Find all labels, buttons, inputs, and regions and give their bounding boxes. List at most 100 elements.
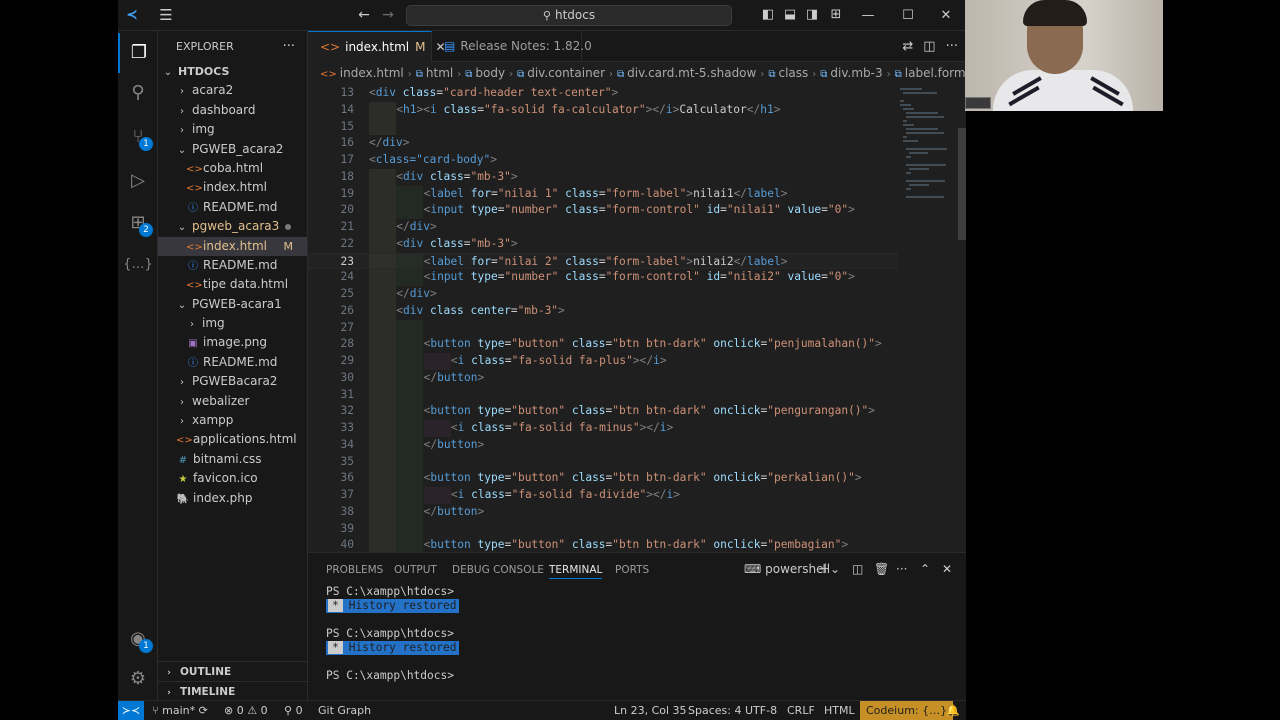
customize-layout-icon[interactable]: ⊞ (826, 5, 846, 25)
language-mode[interactable]: HTML (824, 701, 855, 720)
tree-file[interactable]: ▣ image.png (158, 333, 307, 352)
code-line[interactable]: 34 </button> (308, 436, 898, 454)
problems-indicator[interactable]: ⊗ 0 ⚠ 0 (224, 701, 268, 720)
maximize-panel-icon[interactable]: ⌃ (920, 559, 930, 579)
more-actions-icon[interactable]: ··· (946, 39, 958, 54)
back-arrow-icon[interactable]: ← (354, 4, 374, 26)
tab-terminal[interactable]: TERMINAL (549, 561, 603, 579)
breadcrumb-item[interactable]: ⧉label.form-label (895, 62, 966, 84)
breadcrumb-item[interactable]: ⧉ div.container (517, 62, 605, 84)
breadcrumb-item[interactable]: <> index.html (320, 62, 404, 84)
tree-file[interactable]: 🐘 index.php (158, 489, 307, 508)
tree-folder[interactable]: ⌄ PGWEB_acara2 (158, 140, 307, 159)
breadcrumb-item[interactable]: ⧉ div.card.mt-5.shadow (617, 62, 756, 84)
code-line[interactable]: 13 <div class="card-header text-center"> (308, 85, 898, 102)
code-line[interactable]: 31 (308, 386, 898, 404)
breadcrumb-item[interactable]: ⧉ html (416, 62, 453, 84)
cursor-position[interactable]: Ln 23, Col 35 (614, 701, 687, 720)
menu-icon[interactable]: ☰ (154, 4, 178, 26)
branch-indicator[interactable]: ⑂ main* ⟳ (152, 701, 208, 720)
more-actions-icon[interactable]: ··· (283, 31, 295, 62)
ports-indicator[interactable]: ⚲ 0 (284, 701, 303, 720)
remote-indicator-icon[interactable]: ≻≺ (118, 701, 144, 720)
code-line[interactable]: 40 <button type="button" class="btn btn-d… (308, 537, 898, 552)
tree-folder[interactable]: › webalizer (158, 392, 307, 411)
code-line[interactable]: 39 (308, 520, 898, 538)
code-line[interactable]: 24 <input type="number" class="form-contr… (308, 269, 898, 286)
code-line[interactable]: 20 <input type="number" class="form-contr… (308, 202, 898, 219)
code-line[interactable]: 30 </button> (308, 369, 898, 387)
tab-problems[interactable]: PROBLEMS (326, 561, 383, 579)
remote-explorer-icon[interactable]: {…} (118, 245, 158, 285)
tree-folder[interactable]: › acara2 (158, 81, 307, 100)
codeium-status[interactable]: Codeium: {…} (860, 701, 954, 720)
toggle-secondary-sidebar-icon[interactable]: ◨ (802, 5, 822, 25)
code-line[interactable]: 29 <i class="fa-solid fa-plus"></i> (308, 353, 898, 370)
indentation[interactable]: Spaces: 4 (688, 701, 741, 720)
code-line[interactable]: 26 <div class center="mb-3"> (308, 302, 898, 320)
split-terminal-icon[interactable]: ◫ (852, 559, 863, 579)
code-editor[interactable]: 13 <div class="card-header text-center"> 1… (308, 84, 966, 552)
tree-root[interactable]: ⌄ HTDOCS (158, 62, 307, 81)
sync-icon[interactable]: ⟳ (195, 704, 208, 717)
kill-terminal-icon[interactable]: 🗑 (874, 559, 889, 579)
tree-file[interactable]: ★ favicon.ico (158, 469, 307, 488)
tab-output[interactable]: OUTPUT (394, 561, 437, 579)
new-terminal-icon[interactable]: ＋⌄ (818, 559, 840, 579)
encoding[interactable]: UTF-8 (745, 701, 777, 720)
extensions-icon[interactable]: ⊞ 2 (118, 203, 158, 243)
breadcrumb-item[interactable]: ⧉ class (768, 62, 808, 84)
tab-release-notes[interactable]: ▤ Release Notes: 1.82.0 (432, 31, 592, 62)
manage-gear-icon[interactable]: ⚙ (118, 659, 158, 699)
tree-file[interactable]: ⓘ README.md (158, 353, 307, 372)
accounts-icon[interactable]: ◉ 1 (118, 619, 158, 659)
code-line[interactable]: 25 </div> (308, 286, 898, 303)
tab-index-html[interactable]: <> index.html M ✕ (308, 31, 446, 62)
tree-file[interactable]: # bitnami.css (158, 450, 307, 469)
code-line[interactable]: 14 <h1><i class="fa-solid fa-calculator">… (308, 101, 898, 119)
code-line[interactable]: 32 <button type="button" class="btn btn-d… (308, 403, 898, 420)
breadcrumb-item[interactable]: ⧉ body (465, 62, 505, 84)
terminal-output[interactable]: PS C:\xampp\htdocs> * History restored PS… (326, 585, 459, 683)
tree-folder[interactable]: › img (158, 120, 307, 139)
command-center-search[interactable]: ⚲ htdocs (406, 5, 732, 26)
tree-file[interactable]: <>coba.html (158, 159, 307, 178)
tree-folder[interactable]: ⌄ pgweb_acara3 (158, 217, 307, 236)
outline-section[interactable]: › OUTLINE (158, 661, 308, 681)
code-line[interactable]: 17 <class="card-body"> (308, 152, 898, 169)
timeline-section[interactable]: › TIMELINE (158, 681, 308, 701)
close-panel-icon[interactable]: ✕ (942, 559, 952, 579)
code-line[interactable]: 27 (308, 319, 898, 337)
search-icon[interactable]: ⚲ (118, 73, 158, 113)
tree-file[interactable]: ⓘ README.md (158, 256, 307, 275)
explorer-icon[interactable]: ❐ (118, 33, 158, 73)
minimap[interactable] (896, 84, 958, 204)
toggle-sidebar-icon[interactable]: ◧ (758, 5, 778, 25)
tree-file[interactable]: <>index.html M (158, 236, 307, 256)
tree-folder[interactable]: › img (158, 314, 307, 333)
code-line[interactable]: 22 <div class="mb-3"> (308, 235, 898, 253)
code-line[interactable]: 18 <div class="mb-3"> (308, 168, 898, 186)
close-icon[interactable]: ✕ (926, 0, 966, 31)
code-line[interactable]: 28 <button type="button" class="btn btn-d… (308, 336, 898, 353)
code-line[interactable]: 15 (308, 118, 898, 136)
line-ending[interactable]: CRLF (787, 701, 815, 720)
editor-scrollbar[interactable] (958, 128, 966, 240)
more-actions-icon[interactable]: ··· (896, 559, 907, 579)
tree-folder[interactable]: ⌄ PGWEB-acara1 (158, 295, 307, 314)
tree-file[interactable]: ⓘ README.md (158, 198, 307, 217)
tab-debug-console[interactable]: DEBUG CONSOLE (452, 561, 544, 579)
code-line[interactable]: 19 <label for="nilai 1" class="form-label… (308, 185, 898, 203)
maximize-icon[interactable]: ☐ (888, 0, 928, 31)
notifications-bell-icon[interactable]: 🔔 (946, 701, 960, 720)
compare-icon[interactable]: ⇄ (902, 39, 913, 54)
code-line[interactable]: 38 </button> (308, 503, 898, 521)
tree-folder[interactable]: › dashboard (158, 101, 307, 120)
code-line[interactable]: 33 <i class="fa-solid fa-minus"></i> (308, 420, 898, 437)
tab-ports[interactable]: PORTS (615, 561, 649, 579)
code-line[interactable]: 37 <i class="fa-solid fa-divide"></i> (308, 487, 898, 504)
run-debug-icon[interactable]: ▷ (118, 161, 158, 201)
code-line[interactable]: 23 <label for="nilai 2" class="form-label… (308, 252, 898, 270)
code-line[interactable]: 36 <button type="button" class="btn btn-d… (308, 470, 898, 487)
minimize-icon[interactable]: — (848, 0, 888, 31)
